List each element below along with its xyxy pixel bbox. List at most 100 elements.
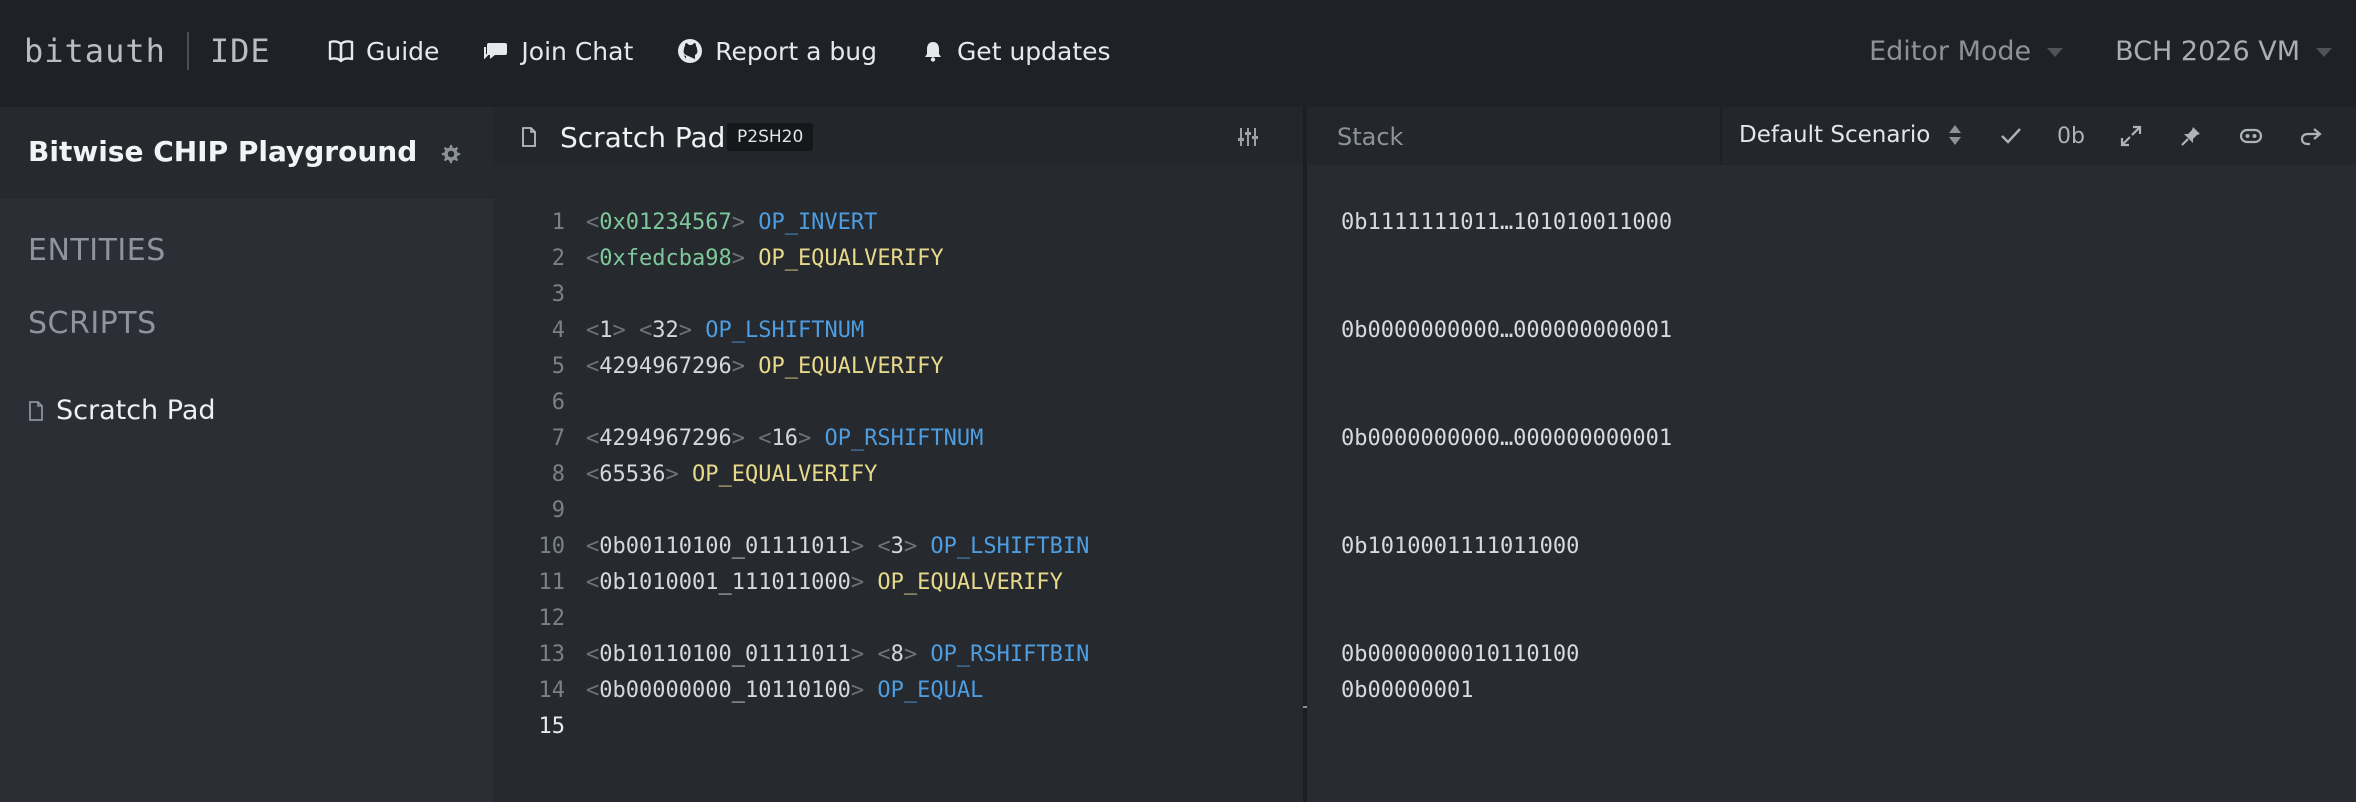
check-icon xyxy=(2001,128,2021,144)
sidebar-item-scratch-pad[interactable]: Scratch Pad xyxy=(28,395,216,426)
file-icon xyxy=(29,400,43,421)
code-token: 4294967296 xyxy=(599,354,732,379)
binary-toggle[interactable]: 0b xyxy=(2051,107,2091,165)
code-line[interactable]: 3 xyxy=(493,277,1303,313)
code-token: < xyxy=(586,642,600,667)
stack-value: 0b1010001111011000 xyxy=(1341,534,1580,559)
code-token: < xyxy=(586,318,600,343)
code-token: > xyxy=(678,318,692,343)
nav-guide-link[interactable]: Guide xyxy=(328,37,439,66)
nav-guide-label: Guide xyxy=(366,36,440,66)
check-button[interactable] xyxy=(1991,107,2031,165)
expand-button[interactable] xyxy=(2111,107,2151,165)
code-token: < xyxy=(586,210,600,235)
nav-bug-link[interactable]: Report a bug xyxy=(677,37,877,66)
code-token: > xyxy=(797,426,812,451)
vm-dropdown[interactable]: BCH 2026 VM xyxy=(2115,36,2332,67)
code-token: 65536 xyxy=(599,462,666,487)
editor-mode-dropdown[interactable]: Editor Mode xyxy=(1869,36,2064,67)
sliders-icon[interactable] xyxy=(1237,126,1259,148)
code-line[interactable]: 13 <0b10110100_01111011> <8> OP_RSHIFTBIN xyxy=(493,637,1303,673)
link-button[interactable] xyxy=(2231,107,2271,165)
nav-chat-link[interactable]: Join Chat xyxy=(483,37,633,66)
code-line[interactable]: 12 xyxy=(493,601,1303,637)
code-token: < xyxy=(586,246,600,271)
scripts-section[interactable]: SCRIPTS xyxy=(28,306,157,341)
stack-value: 0b0000000000…000000000001 xyxy=(1341,318,1673,343)
line-source: <1> <32> OP_LSHIFTNUM xyxy=(586,313,864,349)
code-token: OP_EQUAL xyxy=(877,678,984,703)
script-type-badge: P2SH20 xyxy=(727,123,814,151)
header-divider xyxy=(1720,107,1722,165)
redo-button[interactable] xyxy=(2291,107,2331,165)
code-line[interactable]: 2 <0xfedcba98> OP_EQUALVERIFY xyxy=(493,241,1303,277)
line-number: 4 xyxy=(551,318,565,343)
line-source: <0b1010001_111011000> OP_EQUALVERIFY xyxy=(586,565,1063,601)
code-token: OP_EQUALVERIFY xyxy=(758,246,944,271)
code-token: OP_EQUALVERIFY xyxy=(691,462,878,487)
code-line[interactable]: 8 <65536> OP_EQUALVERIFY xyxy=(493,457,1303,493)
scenario-select[interactable]: Default Scenario xyxy=(1739,122,1962,148)
code-token: > xyxy=(731,354,745,379)
script-editor: Scratch Pad P2SH20 1 <0x01234567> OP_INVE… xyxy=(493,107,1303,802)
code-token: < xyxy=(758,426,772,451)
pin-button[interactable] xyxy=(2171,107,2211,165)
line-source: <4294967296> OP_EQUALVERIFY xyxy=(586,349,944,385)
gear-icon[interactable] xyxy=(440,143,462,165)
line-number: 11 xyxy=(538,570,566,595)
code-token: > xyxy=(850,642,865,667)
code-line[interactable]: 6 xyxy=(493,385,1303,421)
code-area[interactable]: 1 <0x01234567> OP_INVERT 2 <0xfedcba98> OP_… xyxy=(493,205,1303,745)
code-token: < xyxy=(586,534,600,559)
line-source: <65536> OP_EQUALVERIFY xyxy=(586,457,877,493)
code-token: < xyxy=(586,570,600,595)
code-token: > xyxy=(731,210,745,235)
code-line[interactable]: 10 <0b00110100_01111011> <3> OP_LSHIFTBIN xyxy=(493,529,1303,565)
entities-section[interactable]: ENTITIES xyxy=(28,233,166,268)
sidebar: Bitwise CHIP Playground ENTITIES SCRIPTS… xyxy=(0,107,493,802)
stack-label: Stack xyxy=(1337,123,1404,151)
code-line[interactable]: 4 <1> <32> OP_LSHIFTNUM xyxy=(493,313,1303,349)
line-number: 8 xyxy=(551,462,565,487)
code-line[interactable]: 14 <0b00000000_10110100> OP_EQUAL xyxy=(493,673,1303,709)
line-number: 1 xyxy=(551,210,565,235)
app-logo[interactable]: bitauth IDE xyxy=(24,31,271,71)
code-token: > xyxy=(731,426,745,451)
code-token: 3 xyxy=(890,534,904,559)
line-source: <0b00110100_01111011> <3> OP_LSHIFTBIN xyxy=(586,529,1089,565)
template-title[interactable]: Bitwise CHIP Playground xyxy=(28,135,417,168)
code-line[interactable]: 1 <0x01234567> OP_INVERT xyxy=(493,205,1303,241)
link-icon xyxy=(2239,128,2263,144)
stack-header: Stack Default Scenario 0b xyxy=(1307,107,2356,165)
code-token: OP_INVERT xyxy=(758,210,878,235)
code-token: > xyxy=(850,534,865,559)
evaluation-viewer: Stack Default Scenario 0b 0b1111111011…1… xyxy=(1307,107,2356,802)
code-token: < xyxy=(586,462,600,487)
nav-chat-label: Join Chat xyxy=(521,36,634,66)
line-source: <0b00000000_10110100> OP_EQUAL xyxy=(586,673,983,709)
code-line[interactable]: 5 <4294967296> OP_EQUALVERIFY xyxy=(493,349,1303,385)
code-line[interactable]: 15 xyxy=(493,709,1303,745)
line-number: 14 xyxy=(538,678,566,703)
line-number: 12 xyxy=(538,606,566,631)
code-line[interactable]: 11 <0b1010001_111011000> OP_EQUALVERIFY xyxy=(493,565,1303,601)
line-source: <0xfedcba98> OP_EQUALVERIFY xyxy=(586,241,944,277)
code-token: > xyxy=(731,246,745,271)
chat-icon xyxy=(484,43,508,60)
line-number: 15 xyxy=(538,714,566,739)
code-token: OP_LSHIFTBIN xyxy=(930,534,1090,559)
nav-updates-link[interactable]: Get updates xyxy=(921,37,1111,66)
line-number: 9 xyxy=(551,498,565,523)
code-token: < xyxy=(586,354,600,379)
code-line[interactable]: 9 xyxy=(493,493,1303,529)
code-token: 16 xyxy=(771,426,798,451)
logo-divider xyxy=(186,32,189,70)
code-line[interactable]: 7 <4294967296> <16> OP_RSHIFTNUM xyxy=(493,421,1303,457)
redo-icon xyxy=(2300,128,2322,146)
